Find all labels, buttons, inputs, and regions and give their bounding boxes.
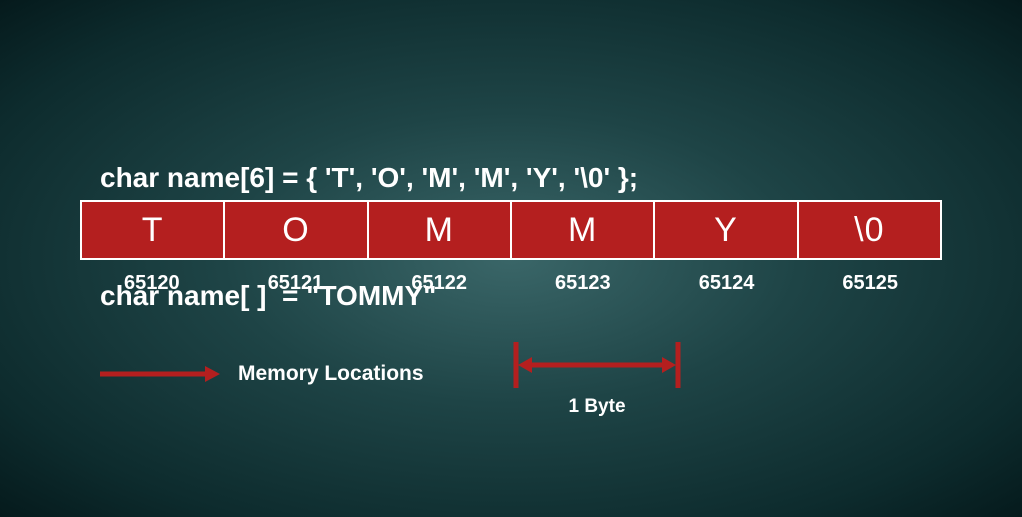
memory-address: 65123 [511, 272, 655, 295]
memory-cell: T [81, 201, 224, 259]
memory-cell: M [368, 201, 511, 259]
memory-cell: \0 [798, 201, 941, 259]
memory-address: 65121 [224, 272, 368, 295]
memory-cell: O [224, 201, 367, 259]
memory-cell: M [511, 201, 654, 259]
memory-address: 65124 [655, 272, 799, 295]
memory-table-wrap: T O M M Y \0 65120 65121 65122 65123 651… [80, 200, 942, 295]
address-row: 65120 65121 65122 65123 65124 65125 [80, 272, 942, 295]
memory-address: 65122 [367, 272, 511, 295]
memory-address: 65120 [80, 272, 224, 295]
table-row: T O M M Y \0 [81, 201, 941, 259]
memory-address: 65125 [798, 272, 942, 295]
memory-table: T O M M Y \0 [80, 200, 942, 260]
span-arrow-icon [512, 340, 682, 390]
code-line-1: char name[6] = { 'T', 'O', 'M', 'M', 'Y'… [100, 158, 638, 197]
legend-label: Memory Locations [238, 362, 424, 386]
byte-span-indicator: 1 Byte [512, 340, 682, 418]
byte-span-label: 1 Byte [512, 396, 682, 418]
memory-cell: Y [654, 201, 797, 259]
arrow-right-icon [100, 364, 220, 384]
legend: Memory Locations [100, 362, 424, 386]
